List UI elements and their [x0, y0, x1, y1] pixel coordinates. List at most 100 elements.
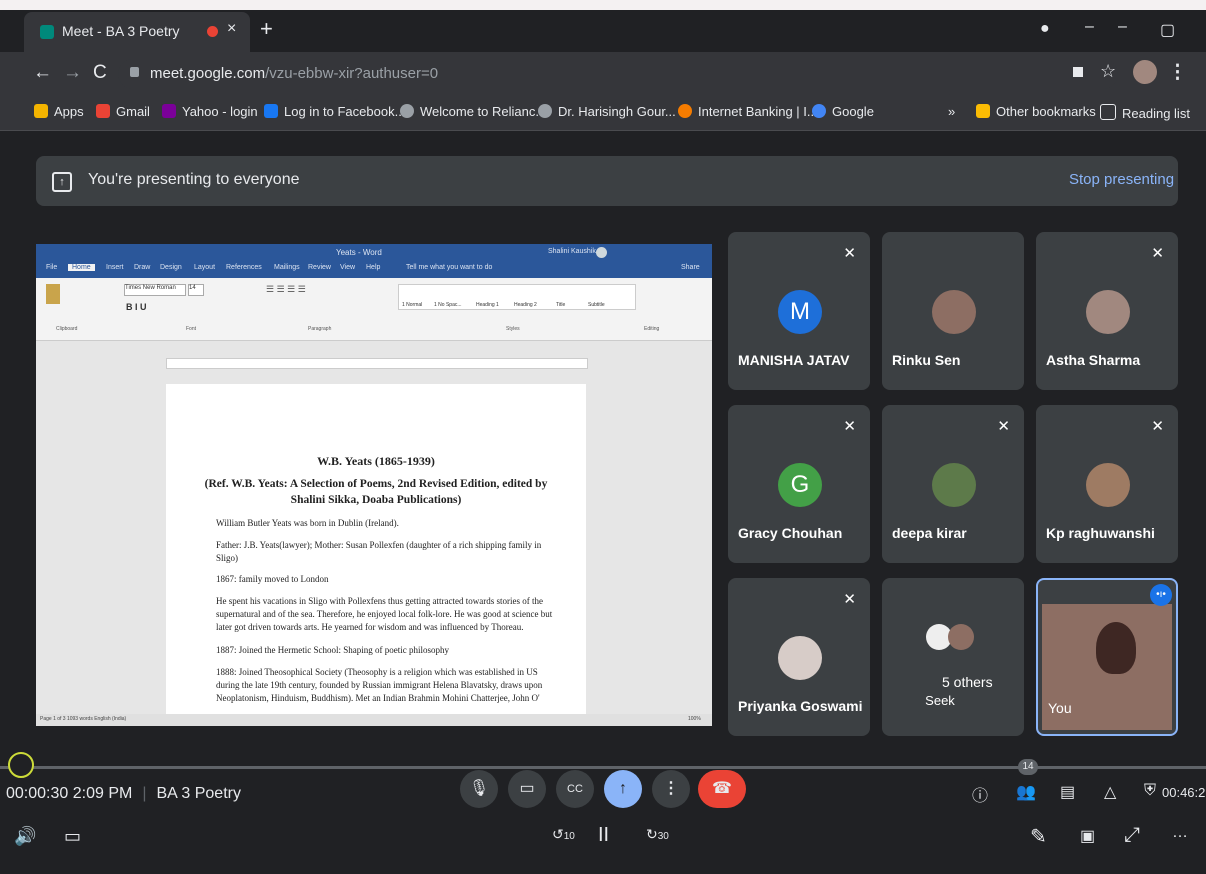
- back-button[interactable]: ←: [33, 62, 52, 84]
- doc-paragraph: Sligo): [216, 553, 239, 563]
- elapsed-time: 00:46:29: [1162, 785, 1206, 800]
- present-icon: ↑: [52, 172, 72, 192]
- bookmark-gmail[interactable]: Gmail: [96, 104, 150, 119]
- info-icon[interactable]: ⓘ: [972, 782, 988, 806]
- bookmark-reliance[interactable]: Welcome to Relianc...: [400, 104, 546, 119]
- participant-tile[interactable]: ✕ Astha Sharma: [1036, 232, 1178, 390]
- url-text: meet.google.com/vzu-ebbw-xir?authuser=0: [150, 65, 438, 82]
- word-tell-me: Tell me what you want to do: [406, 264, 493, 271]
- leave-call-button[interactable]: ☎: [698, 770, 746, 808]
- folder-icon: [976, 104, 990, 118]
- pause-button[interactable]: II: [598, 824, 609, 847]
- yahoo-icon: [162, 104, 176, 118]
- doc-reference-line1: (Ref. W.B. Yeats: A Selection of Poems, …: [204, 478, 548, 490]
- doc-paragraph: 1887: Joined the Hermetic School: Shapin…: [216, 645, 449, 655]
- bookmark-internet-banking[interactable]: Internet Banking | I...: [678, 104, 818, 119]
- globe-icon: [400, 104, 414, 118]
- bookmark-other[interactable]: Other bookmarks: [976, 104, 1096, 119]
- bold-italic-underline-icon: B I U: [126, 302, 147, 312]
- doc-paragraph: He spent his vacations in Sligo with Pol…: [216, 596, 543, 606]
- ribbon-group-label: Clipboard: [56, 326, 78, 332]
- bookmarks-overflow[interactable]: »: [948, 104, 955, 119]
- paste-icon: [46, 284, 60, 304]
- speaking-indicator-icon: •ı•: [1150, 584, 1172, 606]
- participant-tile[interactable]: ✕ Kp raghuwanshi: [1036, 405, 1178, 563]
- mini-view-icon[interactable]: ▣: [1080, 826, 1095, 846]
- browser-tab[interactable]: Meet - BA 3 Poetry ×: [24, 12, 250, 52]
- profile-avatar[interactable]: [1133, 60, 1157, 84]
- forward-button[interactable]: →: [63, 62, 82, 84]
- more-options-button[interactable]: ⋮: [652, 770, 690, 808]
- subtitles-icon[interactable]: ▭: [64, 826, 81, 847]
- participant-name: Gracy Chouhan: [738, 525, 843, 541]
- doc-paragraph: Neoplatonism, Hinduism, Buddhism). Met a…: [216, 693, 540, 703]
- bookmark-google[interactable]: Google: [812, 104, 874, 119]
- word-font-box: Times New Roman: [124, 284, 186, 296]
- bookmark-apps[interactable]: Apps: [34, 104, 84, 119]
- presenting-text: You're presenting to everyone: [88, 171, 300, 188]
- people-count-badge: 14: [1018, 759, 1038, 775]
- forward-30-button[interactable]: ↻30: [646, 826, 669, 843]
- self-tile[interactable]: •ı• You: [1036, 578, 1178, 736]
- people-icon[interactable]: 👥: [1016, 782, 1036, 802]
- paragraph-icons: ☰ ☰ ☰ ☰: [266, 284, 306, 294]
- reading-list[interactable]: Reading list: [1100, 104, 1190, 121]
- participant-name: deepa kirar: [892, 525, 967, 541]
- participant-name: Priyanka Goswami: [738, 698, 863, 714]
- word-title: Yeats - Word: [336, 248, 382, 257]
- apps-icon: [34, 104, 48, 118]
- present-button[interactable]: ↑: [604, 770, 642, 808]
- more-icon[interactable]: …: [1172, 824, 1188, 842]
- doc-paragraph: later got driven towards arts. He yearne…: [216, 622, 524, 632]
- mic-off-icon: ✕: [997, 418, 1010, 435]
- mic-off-icon: ✕: [843, 591, 856, 608]
- camera-indicator-icon[interactable]: [1073, 67, 1083, 77]
- rewind-10-button[interactable]: ↺10: [552, 826, 575, 843]
- participant-tile[interactable]: ✕ deepa kirar: [882, 405, 1024, 563]
- participant-tile[interactable]: ✕ G Gracy Chouhan: [728, 405, 870, 563]
- facebook-icon: [264, 104, 278, 118]
- word-ribbon-tabs: File Home Insert Draw Design Layout Refe…: [36, 262, 712, 278]
- style-item: Heading 2: [514, 302, 537, 308]
- chrome-menu-icon[interactable]: ⋮: [1168, 61, 1187, 84]
- fullscreen-icon[interactable]: ⤢: [1124, 824, 1140, 847]
- reload-button[interactable]: C: [93, 62, 107, 84]
- camera-button[interactable]: ▭: [508, 770, 546, 808]
- minimize-button[interactable]: –: [1085, 18, 1094, 36]
- mic-off-icon: ✕: [843, 245, 856, 262]
- word-ruler: [166, 358, 588, 369]
- restore-button[interactable]: ▢: [1160, 20, 1175, 40]
- word-tab: References: [226, 264, 262, 271]
- word-user-avatar: [596, 247, 607, 258]
- participant-tile[interactable]: ✕ M MANISHA JATAV: [728, 232, 870, 390]
- captions-button[interactable]: CC: [556, 770, 594, 808]
- participant-tile[interactable]: Rinku Sen: [882, 232, 1024, 390]
- seek-handle[interactable]: [8, 752, 34, 778]
- host-controls-icon[interactable]: ⛨: [1144, 782, 1156, 800]
- pen-icon[interactable]: ✎: [1030, 824, 1047, 849]
- chat-icon[interactable]: ▤: [1060, 782, 1075, 802]
- new-tab-button[interactable]: +: [260, 16, 273, 42]
- word-tab: View: [340, 264, 356, 271]
- mic-off-icon: ✕: [843, 418, 856, 435]
- volume-icon[interactable]: 🔊: [14, 826, 36, 847]
- bookmark-harisingh[interactable]: Dr. Harisingh Gour...: [538, 104, 676, 119]
- stop-presenting-button[interactable]: Stop presenting: [1069, 171, 1174, 188]
- seek-tooltip: Seek: [918, 687, 962, 715]
- word-tab: Design: [160, 264, 182, 271]
- mic-button[interactable]: 🎙: [460, 770, 498, 808]
- bookmark-facebook[interactable]: Log in to Facebook...: [264, 104, 405, 119]
- meet-favicon-icon: [40, 25, 54, 39]
- recording-dot-icon: [207, 26, 218, 37]
- tab-close-icon[interactable]: ×: [227, 20, 236, 38]
- word-statusbar: Page 1 of 3 1093 words English (India) 1…: [36, 714, 712, 726]
- bookmark-star-icon[interactable]: ☆: [1100, 61, 1116, 82]
- doc-reference-line2: Shalini Sikka, Doaba Publications): [290, 494, 462, 506]
- meeting-time: 00:00:30 2:09 PM | BA 3 Poetry: [6, 785, 241, 802]
- word-tab-active: Home: [68, 264, 95, 271]
- activities-icon[interactable]: △: [1104, 782, 1116, 802]
- minimize-button-2[interactable]: –: [1118, 18, 1127, 36]
- word-zoom: 100%: [688, 716, 701, 722]
- bookmark-yahoo[interactable]: Yahoo - login: [162, 104, 258, 119]
- participant-tile[interactable]: ✕ Priyanka Goswami: [728, 578, 870, 736]
